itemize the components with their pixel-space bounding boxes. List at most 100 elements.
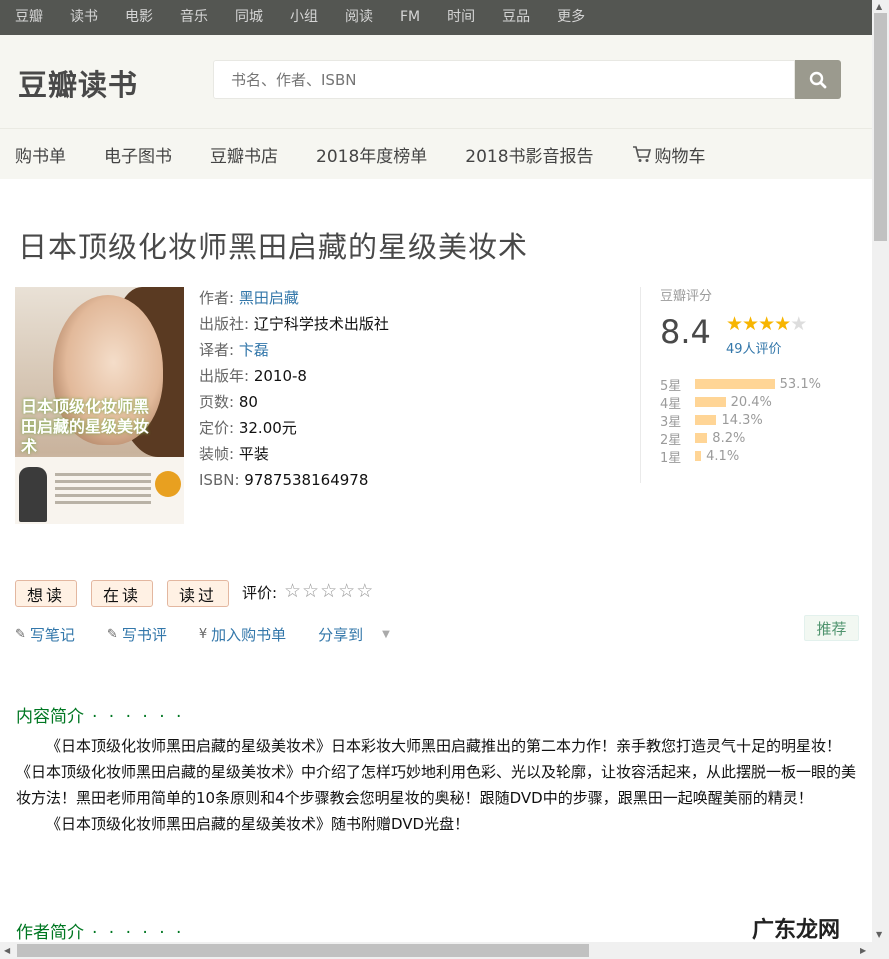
write-note-label: 写笔记: [29, 626, 75, 644]
translator-link[interactable]: 卞磊: [239, 341, 269, 359]
topnav-market[interactable]: 豆品: [502, 0, 530, 35]
topnav-fm[interactable]: FM: [400, 0, 420, 35]
search-button[interactable]: [795, 60, 841, 99]
rate-stars-input[interactable]: ☆☆☆☆☆: [284, 580, 374, 602]
price-label: 定价:: [199, 419, 235, 437]
topnav-movie[interactable]: 电影: [125, 0, 153, 35]
horizontal-scroll-thumb[interactable]: [17, 944, 589, 957]
rating-row: 4星 20.4%: [660, 393, 821, 412]
topnav-book[interactable]: 读书: [70, 0, 98, 35]
horizontal-scrollbar[interactable]: ◀ ▶: [0, 942, 872, 959]
author-heading: 作者简介 · · · · · ·: [16, 918, 184, 943]
star-icon: ★: [726, 313, 743, 335]
rating-score: 8.4: [660, 313, 711, 351]
year-value: 2010-8: [253, 367, 307, 385]
book-cover[interactable]: 日本顶级化妆师黑田启藏的星级美妆术: [15, 287, 184, 524]
share-link[interactable]: 分享到 ▼: [318, 624, 406, 645]
scroll-right-icon[interactable]: ▶: [860, 946, 866, 955]
isbn-value: 9787538164978: [244, 471, 369, 489]
yen-icon: ¥: [198, 627, 208, 642]
rating-row-percent: 4.1%: [706, 448, 740, 464]
author-heading-dots: · · · · · ·: [92, 923, 185, 943]
subnav-booklist[interactable]: 购书单: [15, 142, 66, 167]
write-note-link[interactable]: ✎ 写笔记: [15, 624, 91, 645]
publisher-label: 出版社:: [199, 315, 250, 333]
rating-bar: [695, 433, 708, 443]
year-label: 出版年:: [199, 367, 250, 385]
rate-label: 评价:: [242, 584, 278, 602]
rating-row-percent: 20.4%: [730, 394, 772, 410]
star-icon: ★: [742, 313, 759, 335]
topnav-more[interactable]: 更多: [557, 0, 585, 35]
subnav-annual-list[interactable]: 2018年度榜单: [316, 142, 427, 167]
header: 豆瓣读书: [0, 35, 872, 128]
cover-text-lines: [55, 473, 151, 508]
rating-row-label: 1星: [660, 450, 682, 466]
sub-navigation: 购书单 电子图书 豆瓣书店 2018年度榜单 2018书影音报告 购物车: [0, 128, 872, 179]
recommend-button[interactable]: 推荐: [804, 615, 859, 641]
have-read-button[interactable]: 读过: [167, 580, 229, 607]
star-outline-icon[interactable]: ☆: [302, 580, 320, 602]
rating-row-percent: 53.1%: [779, 376, 821, 392]
star-icon: ★: [758, 313, 775, 335]
rating-stars: ★★★★★: [726, 313, 807, 335]
star-outline-icon[interactable]: ☆: [320, 580, 338, 602]
search-icon: [809, 71, 827, 88]
share-label: 分享到: [318, 626, 364, 644]
scroll-up-icon[interactable]: ▲: [876, 2, 882, 11]
intro-paragraph: 《日本顶级化妆师黑田启藏的星级美妆术》日本彩妆大师黑田启藏推出的第二本力作！亲手…: [16, 737, 857, 807]
rating-breakdown: 5星 53.1% 4星 20.4% 3星 14.3% 2星 8.2% 1星 4.1%: [660, 375, 821, 466]
pages-label: 页数:: [199, 393, 235, 411]
subnav-cart[interactable]: 购物车: [632, 142, 706, 167]
scroll-down-icon[interactable]: ▼: [876, 930, 882, 939]
rating-row-label: 3星: [660, 414, 682, 430]
pages-value: 80: [238, 393, 258, 411]
search-input[interactable]: [213, 60, 795, 99]
scrollbar-corner: [872, 942, 889, 959]
topnav-group[interactable]: 小组: [290, 0, 318, 35]
rating-row-label: 4星: [660, 396, 682, 412]
rating-row: 1星 4.1%: [660, 447, 821, 466]
price-value: 32.00元: [238, 419, 297, 437]
write-review-label: 写书评: [121, 626, 167, 644]
author-label: 作者:: [199, 289, 235, 307]
star-outline-icon[interactable]: ☆: [338, 580, 356, 602]
topnav-read[interactable]: 阅读: [345, 0, 373, 35]
binding-value: 平装: [238, 445, 269, 463]
intro-text: 《日本顶级化妆师黑田启藏的星级美妆术》日本彩妆大师黑田启藏推出的第二本力作！亲手…: [16, 733, 856, 837]
cover-title: 日本顶级化妆师黑田启藏的星级美妆术: [21, 397, 150, 456]
write-review-link[interactable]: ✎ 写书评: [107, 624, 183, 645]
rating-count-link[interactable]: 49人评价: [726, 338, 782, 357]
topnav-douban[interactable]: 豆瓣: [15, 0, 43, 35]
subnav-bookstore[interactable]: 豆瓣书店: [210, 142, 278, 167]
star-outline-icon[interactable]: ☆: [356, 580, 374, 602]
cart-icon: [632, 146, 651, 162]
reading-button[interactable]: 在读: [91, 580, 153, 607]
vertical-scroll-thumb[interactable]: [874, 13, 887, 241]
book-title: 日本顶级化妆师黑田启藏的星级美妆术: [18, 230, 529, 264]
vertical-scrollbar[interactable]: ▲ ▼: [872, 0, 889, 942]
site-logo[interactable]: 豆瓣读书: [18, 62, 138, 104]
topnav-music[interactable]: 音乐: [180, 0, 208, 35]
scroll-left-icon[interactable]: ◀: [4, 946, 10, 955]
topnav-local[interactable]: 同城: [235, 0, 263, 35]
rating-title: 豆瓣评分: [660, 289, 713, 304]
rating-row: 3星 14.3%: [660, 411, 821, 430]
want-to-read-button[interactable]: 想读: [15, 580, 77, 607]
add-to-booklist-link[interactable]: ¥ 加入购书单: [199, 624, 302, 645]
rating-row: 2星 8.2%: [660, 429, 821, 448]
star-empty-icon: ★: [790, 313, 807, 335]
pencil-icon: ✎: [15, 627, 26, 642]
intro-paragraph: 《日本顶级化妆师黑田启藏的星级美妆术》随书附赠DVD光盘！: [46, 815, 470, 833]
subnav-report[interactable]: 2018书影音报告: [465, 142, 593, 167]
subnav-ebook[interactable]: 电子图书: [104, 142, 172, 167]
rating-bar: [695, 397, 726, 407]
topnav-time[interactable]: 时间: [447, 0, 475, 35]
add-to-booklist-label: 加入购书单: [211, 626, 287, 644]
cart-label: 购物车: [654, 146, 706, 167]
author-link[interactable]: 黑田启藏: [239, 289, 299, 307]
intro-heading-dots: · · · · · ·: [92, 707, 185, 727]
star-outline-icon[interactable]: ☆: [284, 580, 302, 602]
binding-label: 装帧:: [199, 445, 235, 463]
author-heading-text: 作者简介: [16, 923, 84, 943]
